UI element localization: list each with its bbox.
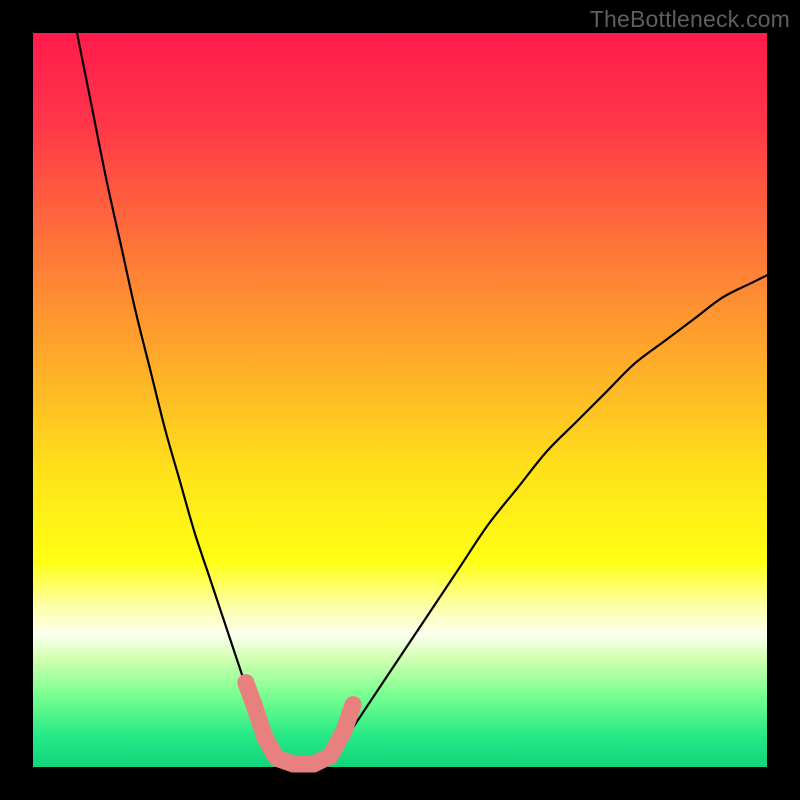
chart-plot-area	[33, 33, 767, 767]
chart-frame: TheBottleneck.com	[0, 0, 800, 800]
watermark-text: TheBottleneck.com	[590, 6, 790, 33]
chart-overlay	[33, 33, 767, 767]
marker-segment	[344, 705, 353, 731]
curve-left-curve	[77, 33, 283, 767]
curve-right-curve	[327, 275, 767, 767]
